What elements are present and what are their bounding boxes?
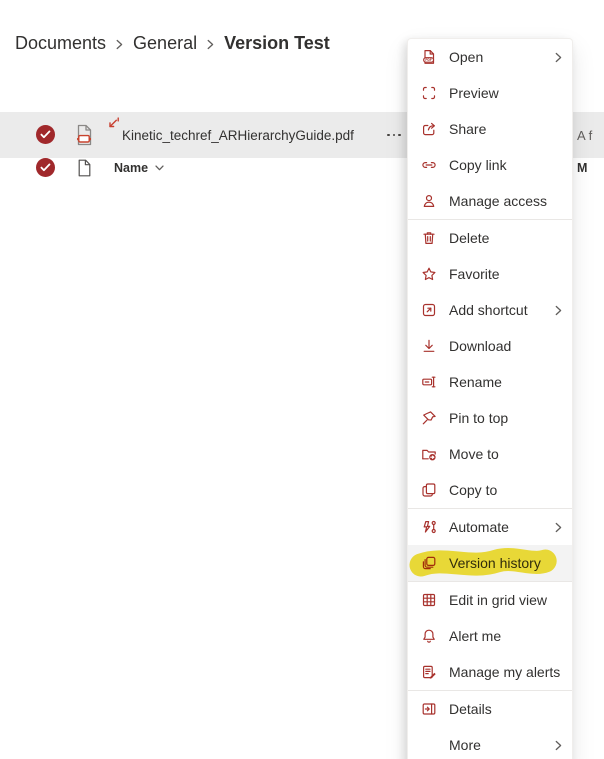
column-header-modified[interactable]: M: [577, 161, 587, 175]
menu-item-label: Delete: [449, 230, 490, 246]
menu-item-add-shortcut[interactable]: Add shortcut: [408, 292, 572, 328]
chevron-right-icon: [116, 39, 123, 50]
menu-item-label: Automate: [449, 519, 509, 535]
sharepoint-document-library: Documents General Version Test Name M Ki…: [0, 0, 604, 759]
rename-icon: [421, 374, 437, 390]
flow-icon: [421, 519, 437, 535]
menu-item-details[interactable]: Details: [408, 691, 572, 727]
menu-item-label: Move to: [449, 446, 499, 462]
menu-item-label: Share: [449, 121, 487, 137]
menu-item-label: Copy link: [449, 157, 507, 173]
menu-item-label: Download: [449, 338, 512, 354]
svg-text:PDF: PDF: [425, 58, 431, 62]
chevron-down-icon: [155, 165, 164, 171]
menu-item-label: Copy to: [449, 482, 498, 498]
folder-move-icon: [421, 446, 437, 462]
menu-item-edit-in-grid-view[interactable]: Edit in grid view: [408, 582, 572, 618]
grid-icon: [421, 592, 437, 608]
column-header-name-label: Name: [114, 161, 149, 175]
more-actions-button[interactable]: [387, 112, 401, 158]
column-header-name[interactable]: Name: [114, 161, 164, 175]
menu-item-copy-to[interactable]: Copy to: [408, 472, 572, 508]
chevron-right-icon: [555, 305, 562, 316]
menu-item-version-history[interactable]: Version history: [408, 545, 572, 581]
pin-icon: [421, 410, 437, 426]
menu-item-label: Add shortcut: [449, 302, 528, 318]
add-shortcut-icon: [421, 302, 437, 318]
modified-value: A f: [577, 127, 593, 143]
menu-item-label: Favorite: [449, 266, 500, 282]
person-icon: [421, 193, 437, 209]
menu-item-label: Rename: [449, 374, 502, 390]
menu-item-label: Alert me: [449, 628, 502, 644]
breadcrumb: Documents General Version Test: [15, 33, 330, 54]
layers-icon: [421, 555, 437, 571]
file-name[interactable]: Kinetic_techref_ARHierarchyGuide.pdf: [122, 112, 354, 158]
menu-item-label: Preview: [449, 85, 499, 101]
menu-item-label: Pin to top: [449, 410, 509, 426]
menu-item-pin-to-top[interactable]: Pin to top: [408, 400, 572, 436]
chevron-right-icon: [555, 52, 562, 63]
menu-item-label: Open: [449, 49, 484, 65]
menu-item-label: Edit in grid view: [449, 592, 548, 608]
menu-item-label: Manage my alerts: [449, 664, 561, 680]
details-pane-icon: [421, 701, 437, 717]
menu-item-label: More: [449, 737, 481, 753]
document-type-column-icon[interactable]: [77, 159, 92, 182]
preview-icon: [421, 85, 437, 101]
bell-icon: [421, 628, 437, 644]
copy-icon: [421, 482, 437, 498]
menu-item-download[interactable]: Download: [408, 328, 572, 364]
trash-icon: [421, 230, 437, 246]
menu-item-preview[interactable]: Preview: [408, 75, 572, 111]
download-icon: [421, 338, 437, 354]
menu-item-copy-link[interactable]: Copy link: [408, 147, 572, 183]
menu-item-manage-my-alerts[interactable]: Manage my alerts: [408, 654, 572, 690]
context-menu: PDF Open Preview Share Copy link Manage …: [407, 38, 573, 759]
menu-item-label: Details: [449, 701, 492, 717]
menu-item-open[interactable]: PDF Open: [408, 39, 572, 75]
clipboard-pencil-icon: [421, 664, 437, 680]
chevron-right-icon: [555, 522, 562, 533]
breadcrumb-general[interactable]: General: [133, 33, 197, 54]
breadcrumb-documents[interactable]: Documents: [15, 33, 106, 54]
menu-item-label: Version history: [449, 555, 541, 571]
link-icon: [421, 157, 437, 173]
menu-item-favorite[interactable]: Favorite: [408, 256, 572, 292]
menu-item-move-to[interactable]: Move to: [408, 436, 572, 472]
no-icon: [421, 737, 437, 753]
chevron-right-icon: [207, 39, 214, 50]
star-icon: [421, 266, 437, 282]
menu-item-more[interactable]: More: [408, 727, 572, 759]
menu-item-automate[interactable]: Automate: [408, 509, 572, 545]
chevron-right-icon: [555, 740, 562, 751]
menu-item-rename[interactable]: Rename: [408, 364, 572, 400]
pdf-file-icon: [74, 124, 95, 151]
breadcrumb-version-test: Version Test: [224, 33, 330, 53]
menu-item-manage-access[interactable]: Manage access: [408, 183, 572, 219]
row-selected-checkbox[interactable]: [36, 125, 55, 144]
recently-updated-icon: [105, 117, 120, 137]
pdf-file-icon: PDF: [421, 49, 437, 65]
menu-item-delete[interactable]: Delete: [408, 220, 572, 256]
menu-item-share[interactable]: Share: [408, 111, 572, 147]
menu-item-alert-me[interactable]: Alert me: [408, 618, 572, 654]
select-all-checkbox[interactable]: [36, 158, 55, 177]
menu-item-label: Manage access: [449, 193, 548, 209]
share-icon: [421, 121, 437, 137]
